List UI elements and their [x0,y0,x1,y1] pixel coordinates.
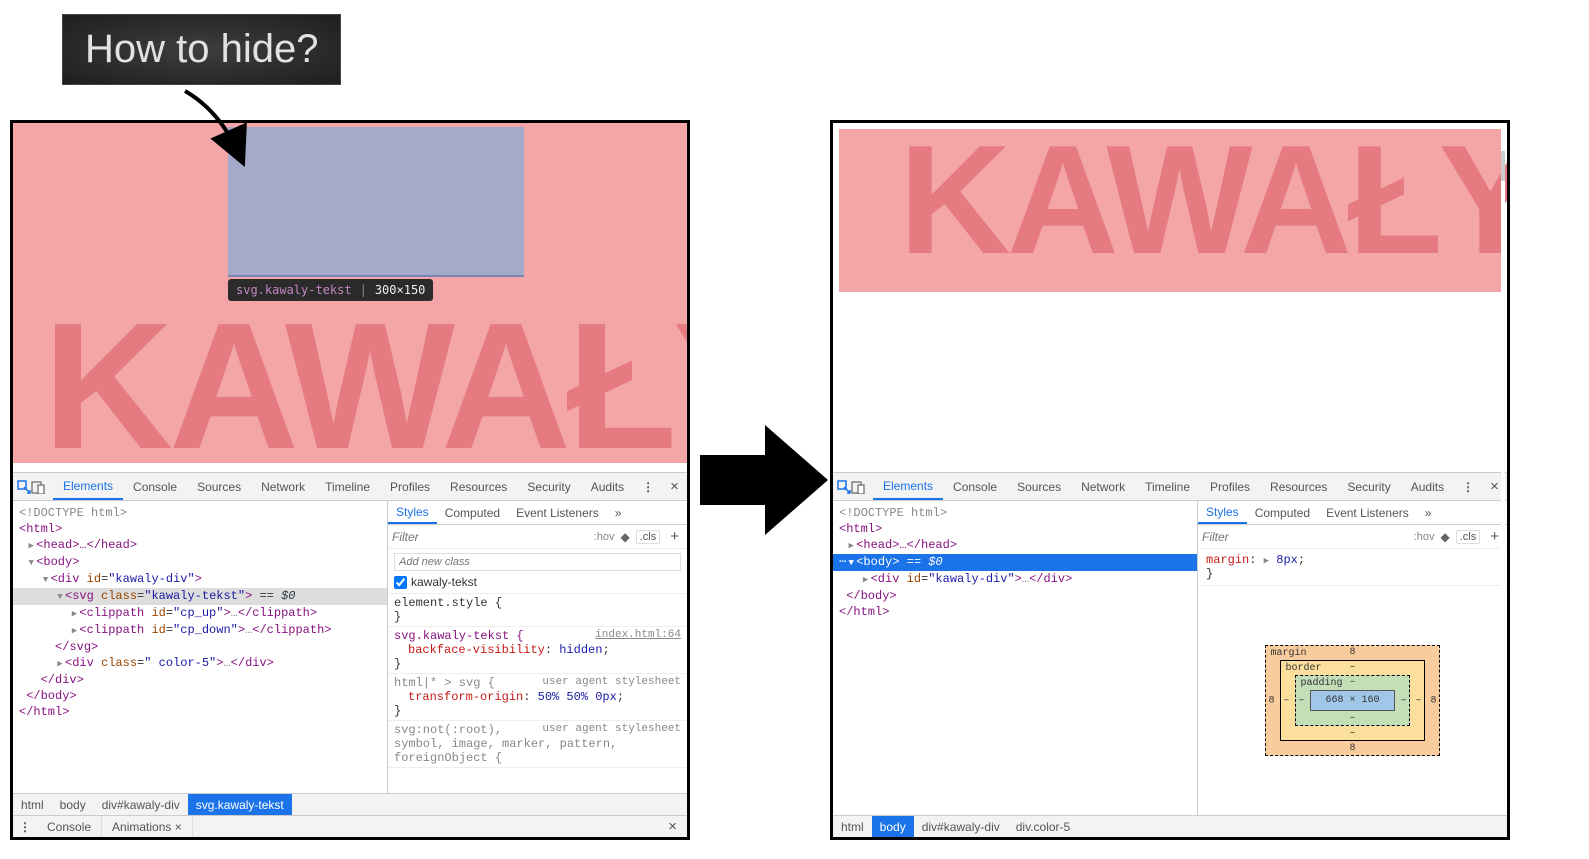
element-tooltip: svg.kawaly-tekst | 300×150 [228,279,433,301]
breadcrumb: html body div#kawaly-div div.color-5 [833,815,1507,837]
hov-toggle[interactable]: :hov [594,531,615,543]
cls-toggle[interactable]: .cls [636,530,661,544]
styles-tab[interactable]: Styles [388,501,437,524]
margin-rule[interactable]: margin: 8px; } [1198,549,1507,586]
tab-elements[interactable]: Elements [873,473,943,500]
tooltip-selector: svg.kawaly-tekst [236,283,352,297]
callout-label: How to hide? [62,14,341,85]
close-devtools-icon[interactable]: × [662,478,687,495]
styles-pane: Styles Computed Event Listeners » :hov ◆… [1197,501,1507,815]
devtools-left: Elements Console Sources Network Timelin… [13,473,687,837]
inspect-icon[interactable] [837,478,851,496]
crumb-color[interactable]: div.color-5 [1008,816,1078,837]
tab-profiles[interactable]: Profiles [1200,473,1260,500]
crumb-svg[interactable]: svg.kawaly-tekst [188,794,292,815]
crumb-html[interactable]: html [833,816,872,837]
tab-resources[interactable]: Resources [1260,473,1337,500]
tab-timeline[interactable]: Timeline [1135,473,1200,500]
tab-profiles[interactable]: Profiles [380,473,440,500]
tab-console[interactable]: Console [943,473,1007,500]
tab-resources[interactable]: Resources [440,473,517,500]
dom-selected-body[interactable]: ⋯<body> == $0 [833,554,1197,571]
pointer-arrow [180,86,270,186]
box-content: 668 × 160 [1310,690,1394,711]
tab-security[interactable]: Security [517,473,580,500]
pink-bg: KAWAŁY [839,129,1501,292]
scrollbar-thumb[interactable] [1501,151,1505,181]
dom-tree[interactable]: <!DOCTYPE html> <html> <head>…</head> ⋯<… [833,501,1197,815]
drawer: ⋮ Console Animations × × [13,815,687,837]
tab-audits[interactable]: Audits [581,473,634,500]
tab-sources[interactable]: Sources [187,473,251,500]
listeners-tab[interactable]: Event Listeners [508,501,607,524]
preview-heading: KAWAŁY [43,283,687,473]
crumb-body[interactable]: body [52,794,94,815]
add-rule-icon[interactable]: + [666,528,683,545]
device-icon[interactable] [851,478,865,496]
drawer-close-icon[interactable]: × [658,818,687,835]
devtools-tabbar: Elements Console Sources Network Timelin… [833,473,1507,501]
crumb-html[interactable]: html [13,794,52,815]
crumb-body[interactable]: body [872,816,914,837]
crumb-div[interactable]: div#kawaly-div [914,816,1008,837]
computed-tab[interactable]: Computed [1247,501,1318,524]
computed-tab[interactable]: Computed [437,501,508,524]
ua-label: user agent stylesheet [542,723,681,735]
cls-toggle[interactable]: .cls [1456,530,1481,544]
devtools-tabbar: Elements Console Sources Network Timelin… [13,473,687,501]
tab-elements[interactable]: Elements [53,473,123,500]
dom-selected-svg[interactable]: <svg class="kawaly-tekst"> == $0 [13,588,387,605]
right-panel: KAWAŁY Elements Console Sources Network … [830,120,1510,840]
styles-filter-input[interactable] [392,530,588,544]
devtools-right: Elements Console Sources Network Timelin… [833,473,1507,837]
more-styles-icon[interactable]: » [607,501,630,524]
listeners-tab[interactable]: Event Listeners [1318,501,1417,524]
class-checkbox[interactable] [394,576,407,589]
styles-filter-input[interactable] [1202,530,1408,544]
source-link[interactable]: index.html:64 [595,629,681,641]
styles-pane: Styles Computed Event Listeners » :hov ◆… [387,501,687,793]
tab-sources[interactable]: Sources [1007,473,1071,500]
drawer-kebab-icon[interactable]: ⋮ [13,820,37,834]
more-styles-icon[interactable]: » [1417,501,1440,524]
drawer-animations-tab[interactable]: Animations × [102,816,193,837]
hov-toggle[interactable]: :hov [1414,531,1435,543]
inspect-icon[interactable] [17,478,31,496]
right-preview: KAWAŁY [833,123,1507,473]
tab-audits[interactable]: Audits [1401,473,1454,500]
styles-tab[interactable]: Styles [1198,501,1247,524]
kebab-icon[interactable]: ⋮ [634,480,662,494]
tab-console[interactable]: Console [123,473,187,500]
preview-heading: KAWAŁY [899,123,1507,289]
tag-icon[interactable]: ◆ [621,530,630,544]
tab-network[interactable]: Network [251,473,315,500]
drawer-console-tab[interactable]: Console [37,816,102,837]
left-preview: KAWAŁY svg.kawaly-tekst | 300×150 [13,123,687,473]
kebab-icon[interactable]: ⋮ [1454,480,1482,494]
class-toggle[interactable]: kawaly-tekst [394,575,681,589]
crumb-div[interactable]: div#kawaly-div [94,794,188,815]
svg-highlight-overlay [228,127,524,277]
ua-label: user agent stylesheet [542,676,681,688]
tab-security[interactable]: Security [1337,473,1400,500]
dom-tree[interactable]: <!DOCTYPE html> <html> <head>…</head> <b… [13,501,387,793]
add-class-input[interactable] [394,553,681,571]
tooltip-dims: 300×150 [375,283,426,297]
tab-network[interactable]: Network [1071,473,1135,500]
left-panel: KAWAŁY svg.kawaly-tekst | 300×150 Elemen… [10,120,690,840]
tag-icon[interactable]: ◆ [1441,530,1450,544]
breadcrumb: html body div#kawaly-div svg.kawaly-teks… [13,793,687,815]
transition-arrow [700,420,830,540]
box-model: margin 8 8 8 8 border – – – – [1198,586,1507,815]
tab-timeline[interactable]: Timeline [315,473,380,500]
device-icon[interactable] [31,478,45,496]
